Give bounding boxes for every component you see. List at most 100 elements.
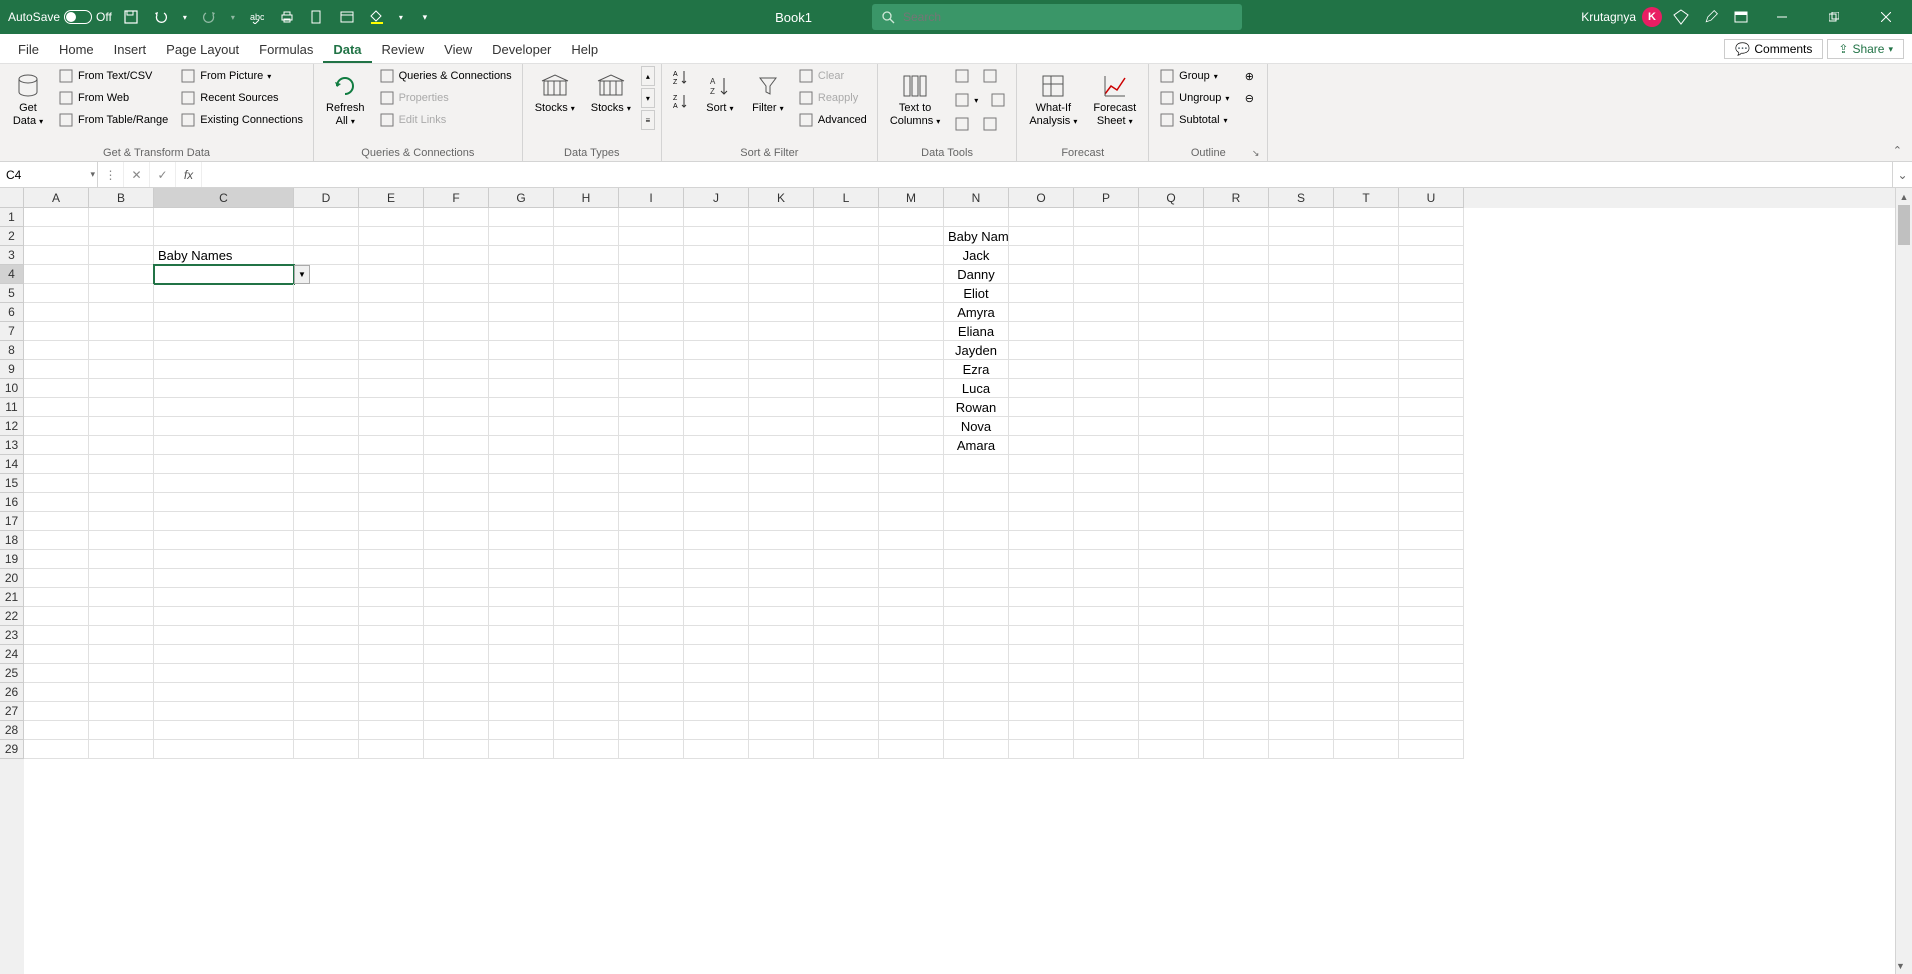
remove-duplicates-button[interactable]	[978, 66, 1002, 86]
cell-D14[interactable]	[294, 455, 359, 474]
row-header[interactable]: 12	[0, 417, 24, 436]
cell-H13[interactable]	[554, 436, 619, 455]
cell-N7[interactable]: Eliana	[944, 322, 1009, 341]
cell-A13[interactable]	[24, 436, 89, 455]
cell-O26[interactable]	[1009, 683, 1074, 702]
cell-G18[interactable]	[489, 531, 554, 550]
cell-D19[interactable]	[294, 550, 359, 569]
sort-az-button[interactable]: AZ	[668, 66, 694, 88]
cell-M7[interactable]	[879, 322, 944, 341]
cell-K29[interactable]	[749, 740, 814, 759]
cell-J11[interactable]	[684, 398, 749, 417]
cell-R21[interactable]	[1204, 588, 1269, 607]
cell-D23[interactable]	[294, 626, 359, 645]
cell-S2[interactable]	[1269, 227, 1334, 246]
cell-A17[interactable]	[24, 512, 89, 531]
group-button[interactable]: Group ▾	[1155, 66, 1233, 86]
cell-J2[interactable]	[684, 227, 749, 246]
cell-D10[interactable]	[294, 379, 359, 398]
cell-S6[interactable]	[1269, 303, 1334, 322]
cell-A24[interactable]	[24, 645, 89, 664]
cell-N20[interactable]	[944, 569, 1009, 588]
relationships-button[interactable]	[950, 114, 974, 134]
cell-E19[interactable]	[359, 550, 424, 569]
cell-Q4[interactable]	[1139, 265, 1204, 284]
cell-Q2[interactable]	[1139, 227, 1204, 246]
cell-J25[interactable]	[684, 664, 749, 683]
cell-Q21[interactable]	[1139, 588, 1204, 607]
cell-K5[interactable]	[749, 284, 814, 303]
cell-E23[interactable]	[359, 626, 424, 645]
cell-K14[interactable]	[749, 455, 814, 474]
cell-S1[interactable]	[1269, 208, 1334, 227]
scroll-down-icon[interactable]: ▼	[1896, 957, 1905, 974]
cell-D20[interactable]	[294, 569, 359, 588]
cell-B10[interactable]	[89, 379, 154, 398]
cell-U2[interactable]	[1399, 227, 1464, 246]
cell-K8[interactable]	[749, 341, 814, 360]
cell-R7[interactable]	[1204, 322, 1269, 341]
cell-E6[interactable]	[359, 303, 424, 322]
stocks-button[interactable]: Stocks ▾	[529, 66, 581, 119]
cell-B6[interactable]	[89, 303, 154, 322]
row-header[interactable]: 5	[0, 284, 24, 303]
cell-I19[interactable]	[619, 550, 684, 569]
cell-C10[interactable]	[154, 379, 294, 398]
cell-M16[interactable]	[879, 493, 944, 512]
cell-H8[interactable]	[554, 341, 619, 360]
cell-E10[interactable]	[359, 379, 424, 398]
cell-T11[interactable]	[1334, 398, 1399, 417]
cell-I9[interactable]	[619, 360, 684, 379]
cell-B13[interactable]	[89, 436, 154, 455]
row-header[interactable]: 8	[0, 341, 24, 360]
cell-P22[interactable]	[1074, 607, 1139, 626]
cell-R15[interactable]	[1204, 474, 1269, 493]
cell-L9[interactable]	[814, 360, 879, 379]
cell-F18[interactable]	[424, 531, 489, 550]
cell-Q26[interactable]	[1139, 683, 1204, 702]
cell-Q24[interactable]	[1139, 645, 1204, 664]
cell-G1[interactable]	[489, 208, 554, 227]
cell-P1[interactable]	[1074, 208, 1139, 227]
cell-J8[interactable]	[684, 341, 749, 360]
cell-M21[interactable]	[879, 588, 944, 607]
cell-H11[interactable]	[554, 398, 619, 417]
cell-B8[interactable]	[89, 341, 154, 360]
cell-H18[interactable]	[554, 531, 619, 550]
cell-L21[interactable]	[814, 588, 879, 607]
cell-H12[interactable]	[554, 417, 619, 436]
cell-C29[interactable]	[154, 740, 294, 759]
cell-S19[interactable]	[1269, 550, 1334, 569]
cell-J4[interactable]	[684, 265, 749, 284]
cell-N28[interactable]	[944, 721, 1009, 740]
row-header[interactable]: 7	[0, 322, 24, 341]
cell-S9[interactable]	[1269, 360, 1334, 379]
cell-N4[interactable]: Danny	[944, 265, 1009, 284]
cell-U5[interactable]	[1399, 284, 1464, 303]
cell-J6[interactable]	[684, 303, 749, 322]
cell-L10[interactable]	[814, 379, 879, 398]
cell-K22[interactable]	[749, 607, 814, 626]
cell-S11[interactable]	[1269, 398, 1334, 417]
cell-H3[interactable]	[554, 246, 619, 265]
cell-E18[interactable]	[359, 531, 424, 550]
column-header[interactable]: L	[814, 188, 879, 208]
from-web-button[interactable]: From Web	[54, 88, 172, 108]
cell-N18[interactable]	[944, 531, 1009, 550]
vertical-scrollbar[interactable]: ▲ ▼	[1895, 188, 1912, 974]
cell-Q10[interactable]	[1139, 379, 1204, 398]
enter-formula-icon[interactable]: ✓	[150, 162, 176, 187]
cell-Q16[interactable]	[1139, 493, 1204, 512]
pen-icon[interactable]	[1700, 6, 1722, 28]
cell-J29[interactable]	[684, 740, 749, 759]
cell-F1[interactable]	[424, 208, 489, 227]
cell-G12[interactable]	[489, 417, 554, 436]
cell-R3[interactable]	[1204, 246, 1269, 265]
manage-data-model-button[interactable]	[978, 114, 1002, 134]
cell-L5[interactable]	[814, 284, 879, 303]
show-detail-button[interactable]: ⊕	[1237, 66, 1261, 86]
row-header[interactable]: 25	[0, 664, 24, 683]
cell-T9[interactable]	[1334, 360, 1399, 379]
cell-M1[interactable]	[879, 208, 944, 227]
cell-P9[interactable]	[1074, 360, 1139, 379]
